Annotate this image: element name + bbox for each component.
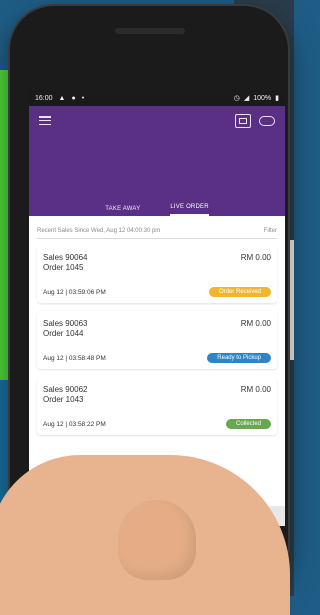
order-card-meta: Aug 12 | 03:58:22 PM Collected bbox=[43, 419, 271, 429]
thumb-photo bbox=[118, 500, 196, 580]
status-badge: Collected bbox=[225, 419, 271, 429]
menu-icon[interactable] bbox=[39, 116, 51, 125]
order-number: Order 1045 bbox=[43, 263, 84, 272]
status-badge: Ready to Pickup bbox=[207, 353, 271, 363]
order-card[interactable]: Sales 90062 Order 1043 RM 0.00 Aug 12 | … bbox=[37, 377, 277, 435]
menu-icon-line bbox=[39, 119, 51, 122]
app-header: TAKE AWAY LIVE ORDER bbox=[29, 106, 285, 216]
filter-button[interactable]: Filter bbox=[264, 228, 277, 234]
order-card[interactable]: Sales 90063 Order 1044 RM 0.00 Aug 12 | … bbox=[37, 311, 277, 369]
order-card[interactable]: Sales 90064 Order 1045 RM 0.00 Aug 12 | … bbox=[37, 245, 277, 303]
order-amount: RM 0.00 bbox=[240, 385, 271, 394]
phone-speaker bbox=[115, 28, 185, 34]
order-card-meta: Aug 12 | 03:58:48 PM Ready to Pickup bbox=[43, 353, 271, 363]
order-card-top: Sales 90063 Order 1044 RM 0.00 bbox=[43, 319, 271, 339]
tabs: TAKE AWAY LIVE ORDER bbox=[29, 196, 285, 216]
recent-sales-caption: Recent Sales Since Wed, Aug 12 04:00:30 … bbox=[37, 228, 161, 234]
order-datetime: Aug 12 | 03:59:06 PM bbox=[43, 288, 106, 296]
status-left: 16:00 ▲ ● • bbox=[35, 95, 84, 102]
alarm-icon: ◷ bbox=[233, 95, 240, 102]
status-bar: 16:00 ▲ ● • ◷ ◢ 100% ▮ bbox=[29, 90, 285, 106]
tab-live-order[interactable]: LIVE ORDER bbox=[170, 204, 209, 216]
status-icon: ● bbox=[71, 94, 76, 102]
status-icon: • bbox=[81, 94, 85, 102]
order-amount: RM 0.00 bbox=[240, 319, 271, 328]
status-time: 16:00 bbox=[35, 94, 53, 102]
orders-list: Sales 90064 Order 1045 RM 0.00 Aug 12 | … bbox=[29, 239, 285, 435]
battery-icon: ▮ bbox=[275, 95, 279, 102]
order-card-meta: Aug 12 | 03:59:06 PM Order Received bbox=[43, 287, 271, 297]
status-badge: Order Received bbox=[208, 287, 271, 297]
order-card-top: Sales 90062 Order 1043 RM 0.00 bbox=[43, 385, 271, 405]
signal-icon: ◢ bbox=[243, 95, 250, 102]
cloud-icon[interactable] bbox=[259, 116, 275, 126]
sales-number: Sales 90064 bbox=[43, 253, 88, 262]
order-titles: Sales 90063 Order 1044 bbox=[43, 319, 87, 339]
order-datetime: Aug 12 | 03:58:22 PM bbox=[43, 420, 106, 428]
order-number: Order 1044 bbox=[43, 329, 84, 338]
sales-number: Sales 90063 bbox=[43, 319, 88, 328]
status-icon: ▲ bbox=[58, 94, 66, 102]
order-amount: RM 0.00 bbox=[240, 253, 271, 262]
order-datetime: Aug 12 | 03:58:48 PM bbox=[43, 354, 106, 362]
order-titles: Sales 90064 Order 1045 bbox=[43, 253, 87, 273]
menu-icon-line bbox=[39, 116, 51, 118]
menu-icon-line bbox=[39, 123, 51, 125]
status-right: ◷ ◢ 100% ▮ bbox=[233, 94, 279, 103]
order-card-top: Sales 90064 Order 1045 RM 0.00 bbox=[43, 253, 271, 273]
filter-bar: Recent Sales Since Wed, Aug 12 04:00:30 … bbox=[37, 224, 277, 239]
order-titles: Sales 90062 Order 1043 bbox=[43, 385, 87, 405]
battery-percent: 100% bbox=[253, 94, 272, 102]
calendar-icon[interactable] bbox=[235, 114, 251, 128]
order-number: Order 1043 bbox=[43, 395, 84, 404]
tab-take-away[interactable]: TAKE AWAY bbox=[105, 206, 140, 216]
sales-number: Sales 90062 bbox=[43, 385, 88, 394]
